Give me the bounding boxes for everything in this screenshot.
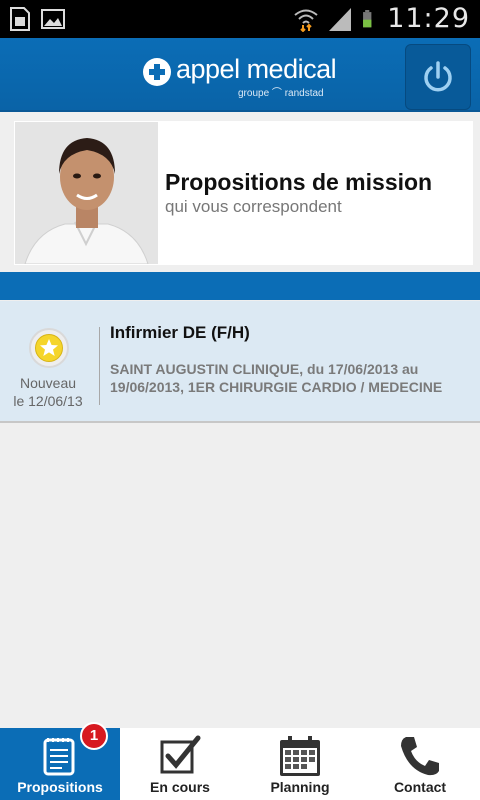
banner-subtitle: qui vous correspondent	[165, 197, 342, 216]
notification-badge: 1	[80, 722, 108, 750]
power-icon	[424, 61, 452, 92]
tab-planning[interactable]: Planning	[240, 728, 360, 800]
banner-title: Propositions de mission	[165, 169, 433, 195]
bottom-tab-bar: 1 Propositions En cours Planning Contact	[0, 722, 480, 800]
group-tagline: groupe ⌒ randstad	[238, 88, 324, 99]
star-badge	[29, 328, 69, 368]
tab-label: Contact	[393, 779, 447, 795]
tab-label: Planning	[270, 779, 330, 795]
medical-cross-icon	[143, 58, 171, 86]
tab-contact[interactable]: Contact	[360, 728, 480, 800]
mission-status: Nouveau le 12/06/13	[0, 374, 96, 410]
checkbox-icon	[160, 735, 201, 774]
missions-banner: Propositions de mission qui vous corresp…	[14, 121, 473, 265]
mission-description: SAINT AUGUSTIN CLINIQUE, du 17/06/2013 a…	[110, 361, 443, 395]
mission-status-label: Nouveau	[19, 375, 77, 391]
image-icon	[41, 9, 65, 29]
signal-icon	[329, 7, 352, 31]
star-icon	[40, 339, 58, 356]
tab-en-cours[interactable]: En cours	[120, 728, 240, 800]
mission-list-item[interactable]: Nouveau le 12/06/13 Infirmier DE (F/H) S…	[0, 301, 480, 423]
appel-medical-logo: appel medical groupe ⌒ randstad	[143, 54, 343, 99]
mission-title: Infirmier DE (F/H)	[110, 323, 250, 342]
app-header: appel medical groupe ⌒ randstad	[0, 38, 480, 112]
sim-card-icon	[10, 7, 30, 31]
power-button[interactable]	[405, 44, 471, 110]
nurse-photo	[15, 122, 158, 264]
brand-name: appel medical	[176, 54, 337, 84]
battery-icon	[363, 9, 372, 27]
tab-propositions[interactable]: 1 Propositions	[0, 722, 120, 800]
status-bar: 11:29	[0, 0, 480, 38]
mission-date: le 12/06/13	[13, 393, 83, 409]
clipboard-icon	[43, 738, 75, 776]
phone-icon	[401, 737, 439, 776]
section-strip	[0, 272, 480, 300]
wifi-icon	[294, 9, 318, 32]
tab-label: En cours	[150, 779, 210, 795]
divider	[99, 327, 100, 405]
calendar-icon	[280, 736, 320, 776]
tab-label: Propositions	[17, 779, 103, 795]
clock: 11:29	[387, 3, 470, 34]
